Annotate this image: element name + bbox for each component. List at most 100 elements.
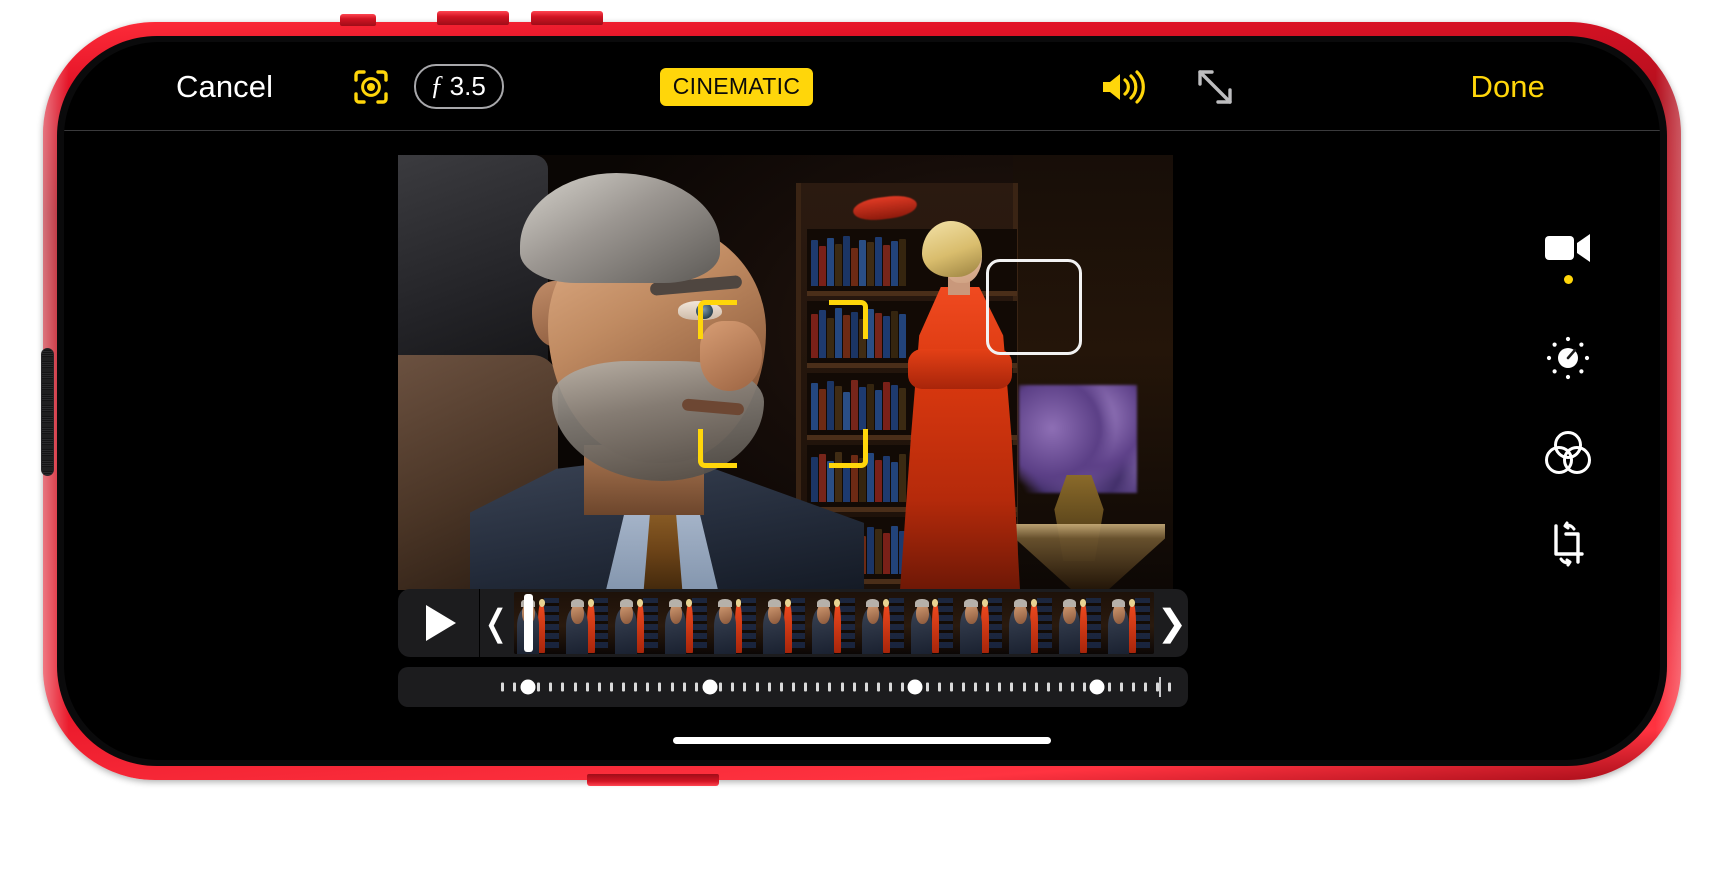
tick-mark: [1131, 682, 1135, 692]
filmstrip-frame[interactable]: [710, 592, 761, 654]
sidebar-item-video-trim[interactable]: [1522, 230, 1614, 284]
tick-mark: [755, 682, 759, 692]
cinematic-mode-toggle[interactable]: CINEMATIC: [659, 42, 814, 131]
focus-target-icon: [354, 69, 388, 104]
tick-mark: [974, 682, 978, 692]
filmstrip-frame[interactable]: [858, 592, 908, 654]
tick-mark: [731, 682, 735, 692]
keyframe-cursor[interactable]: [1159, 677, 1162, 697]
tick-mark: [816, 682, 820, 692]
filmstrip-frame[interactable]: [957, 592, 1007, 654]
earpiece-speaker-grille: [41, 348, 54, 476]
filmstrip-frame[interactable]: [1104, 592, 1154, 654]
tick-mark: [840, 682, 844, 692]
filmstrip-frame[interactable]: [1006, 592, 1056, 654]
tick-mark: [864, 682, 868, 692]
aperture-button[interactable]: ƒ 3.5: [413, 42, 505, 131]
filmstrip-frame[interactable]: [760, 592, 810, 654]
tick-mark: [998, 682, 1002, 692]
keyframe-dot[interactable]: [702, 679, 718, 695]
tick-mark: [852, 682, 856, 692]
audio-toggle-button[interactable]: [1092, 42, 1152, 131]
keyframe-dot[interactable]: [1089, 679, 1105, 695]
volume-down-button[interactable]: [531, 11, 603, 25]
tick-mark: [1071, 682, 1075, 692]
filmstrip-frame[interactable]: [1055, 592, 1105, 654]
ring-silent-switch[interactable]: [340, 14, 376, 26]
tick-mark: [682, 682, 686, 692]
track-subject-button[interactable]: [348, 42, 394, 131]
play-button[interactable]: [398, 589, 480, 657]
subject-detection-box[interactable]: [986, 259, 1082, 355]
tick-mark: [561, 682, 565, 692]
sidebar-item-adjust[interactable]: [1522, 334, 1614, 382]
sidebar-item-crop-rotate[interactable]: [1522, 520, 1614, 568]
tick-mark: [549, 682, 553, 692]
tick-mark: [961, 682, 965, 692]
color-filters-icon: [1545, 431, 1591, 474]
aperture-value: 3.5: [449, 70, 486, 101]
device-screen: Cancel ƒ 3.5 CINEMATIC Done ❬ ❯: [64, 42, 1660, 760]
adjust-dial-icon: [1546, 336, 1590, 380]
expand-diagonal-arrows-icon: [1198, 69, 1232, 104]
video-scrubber[interactable]: ❬ ❯: [398, 589, 1188, 657]
home-indicator[interactable]: [673, 737, 1051, 744]
expand-fullscreen-button[interactable]: [1187, 42, 1243, 131]
focus-corner-bottom-right: [829, 429, 868, 468]
trim-handle-right[interactable]: ❯: [1156, 605, 1188, 641]
filmstrip-track[interactable]: [514, 592, 1154, 654]
tick-mark: [1059, 682, 1062, 692]
cinematic-badge-label: CINEMATIC: [659, 67, 814, 106]
done-button[interactable]: Done: [1470, 69, 1545, 105]
tick-mark: [670, 682, 674, 692]
tick-mark: [949, 682, 953, 692]
keyframe-track[interactable]: [398, 667, 1188, 707]
keyframe-dot[interactable]: [520, 679, 536, 695]
crop-rotate-icon: [1554, 521, 1584, 567]
trim-handle-left[interactable]: ❬: [480, 605, 512, 641]
playhead-marker[interactable]: [523, 594, 533, 652]
tick-mark: [925, 682, 929, 692]
done-button-wrap[interactable]: Done: [1470, 42, 1545, 131]
tick-mark: [1143, 682, 1147, 692]
tick-mark: [767, 682, 771, 692]
side-power-button[interactable]: [587, 774, 719, 786]
filmstrip-frame[interactable]: [514, 592, 564, 654]
filmstrip-frame[interactable]: [612, 592, 662, 654]
tick-mark: [889, 682, 893, 692]
tick-mark: [779, 682, 783, 692]
screenshot-root: Cancel ƒ 3.5 CINEMATIC Done ❬ ❯: [0, 0, 1718, 879]
active-indicator-dot: [1563, 275, 1573, 284]
tick-mark: [743, 682, 747, 692]
tick-mark: [1107, 682, 1111, 692]
aperture-symbol: ƒ: [430, 70, 444, 100]
tick-mark: [597, 682, 601, 692]
filmstrip-frame[interactable]: [661, 592, 711, 654]
tick-mark: [1083, 682, 1087, 692]
tick-mark: [986, 682, 990, 692]
filmstrip-frame[interactable]: [907, 592, 958, 654]
tick-mark: [719, 682, 723, 692]
tick-mark: [658, 682, 662, 692]
tick-marks: [398, 667, 1188, 707]
tick-mark: [937, 682, 941, 692]
tick-mark: [622, 682, 626, 692]
focus-corner-top-left: [698, 300, 737, 339]
focus-corner-bottom-left: [698, 429, 737, 468]
tick-mark: [1119, 682, 1123, 692]
volume-up-button[interactable]: [437, 11, 509, 25]
focus-bracket[interactable]: [698, 300, 868, 468]
filmstrip-frame[interactable]: [809, 592, 859, 654]
tick-mark: [609, 682, 613, 692]
tick-mark: [585, 682, 589, 692]
filmstrip-frame[interactable]: [563, 592, 613, 654]
cancel-button[interactable]: Cancel: [176, 42, 273, 131]
video-preview-canvas[interactable]: [398, 155, 1173, 590]
keyframe-dot[interactable]: [907, 679, 923, 695]
tick-mark: [1034, 682, 1038, 692]
sidebar-item-filters[interactable]: [1522, 428, 1614, 478]
tick-mark: [646, 682, 650, 692]
focus-corner-top-right: [829, 300, 868, 339]
tick-mark: [1010, 682, 1014, 692]
tick-mark: [1046, 682, 1050, 692]
